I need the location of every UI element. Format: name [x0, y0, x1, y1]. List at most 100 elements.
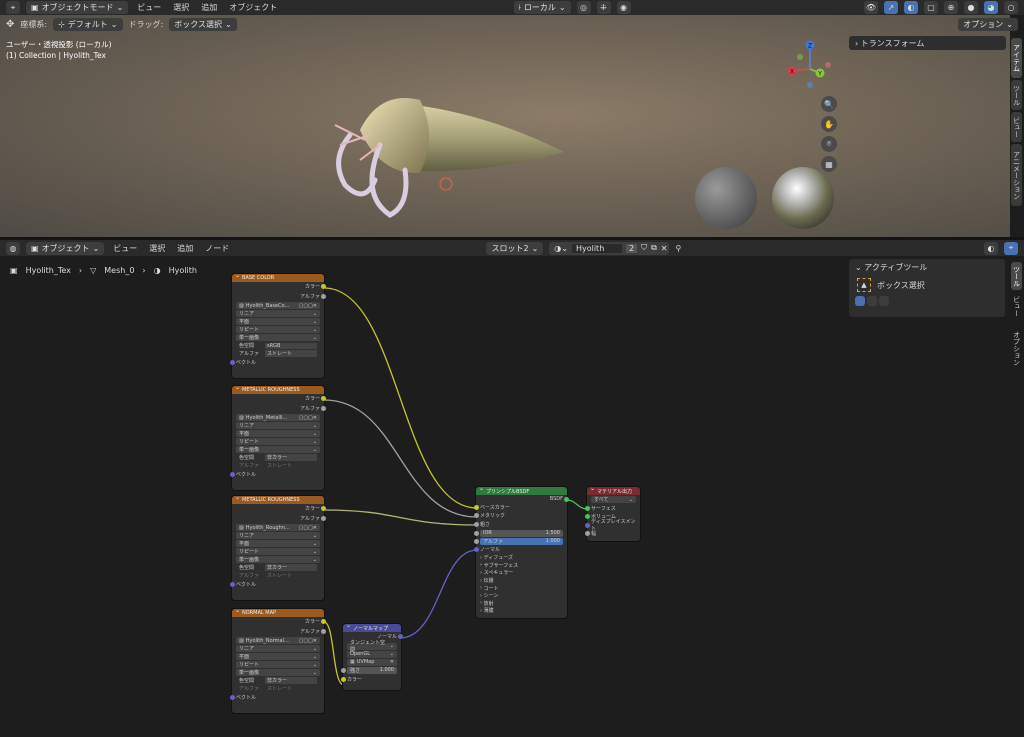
alpha-mode-row: アルファ ストレート	[236, 462, 320, 469]
field-label: 色空間	[239, 455, 255, 461]
field-value: 非カラー	[265, 677, 317, 684]
source-select[interactable]: 単一画像 ⌄	[236, 669, 320, 676]
image-texture-node-metallic[interactable]: METALLIC ROUGHNESS カラー アルファ ▨Hyolith_Met…	[230, 384, 326, 490]
field-label: 色空間	[239, 565, 255, 571]
input-socket[interactable]	[474, 521, 479, 527]
normal-map-node[interactable]: ノーマルマップ ノーマル タンジェント空間⌄ OpenGL⌄ ▦UVMap✕ 強…	[341, 622, 403, 690]
socket-label: BSDF	[549, 496, 563, 502]
source-select[interactable]: 単一画像 ⌄	[236, 334, 320, 341]
drag-label: ドラッグ:	[128, 19, 164, 29]
image-selector[interactable]: ▨ Hyolith_BaseCo... ▢▢▢✕	[236, 302, 320, 309]
coord-select[interactable]: ⊹ デフォルト ⌄	[53, 17, 123, 31]
socket-row-alpha: アルファ	[232, 627, 326, 637]
section-specular[interactable]: › スペキュラー	[476, 569, 567, 577]
alpha-field[interactable]: アルファ 1.000	[474, 537, 563, 545]
interpolation-select[interactable]: リニア ⌄	[236, 532, 320, 539]
image-selector[interactable]: ▨ Hyolith_Normal... ▢▢▢✕	[236, 637, 320, 644]
alpha-mode-row: アルファ ストレート	[236, 685, 320, 692]
section-sheen[interactable]: › シーン	[476, 592, 567, 600]
interpolation-select[interactable]: リニア ⌄	[236, 645, 320, 652]
section-transmission[interactable]: › 伝播	[476, 577, 567, 585]
socket-row-thickness: 幅	[585, 530, 640, 539]
output-socket[interactable]	[564, 496, 569, 502]
field-value: ストレート	[267, 573, 293, 579]
ior-field[interactable]: IOR 1.500	[474, 529, 563, 537]
alpha-mode-row[interactable]: アルファ ストレート	[236, 350, 320, 357]
colorspace-row[interactable]: 色空間 非カラー	[236, 454, 320, 461]
field-value: リニア	[239, 646, 255, 652]
socket-label: カラー	[304, 506, 320, 513]
input-socket[interactable]	[341, 667, 346, 673]
input-socket[interactable]	[230, 582, 235, 588]
socket-label: ベクトル	[236, 360, 257, 367]
section-diffuse[interactable]: › ディフューズ	[476, 554, 567, 562]
input-socket[interactable]	[474, 504, 479, 510]
options-button[interactable]: オプション ⌄	[958, 17, 1018, 31]
input-socket[interactable]	[585, 505, 590, 511]
source-select[interactable]: 単一画像 ⌄	[236, 556, 320, 563]
field-value: ストレート	[265, 350, 317, 357]
target-select[interactable]: すべて ⌄	[591, 496, 636, 503]
socket-label: ノーマル	[480, 547, 501, 554]
image-selector[interactable]: ▨ Hyolith_Metalli... ▢▢▢✕	[236, 414, 320, 421]
projection-select[interactable]: 平面 ⌄	[236, 430, 320, 437]
image-texture-node-base-color[interactable]: BASE COLOR カラー アルファ ▨Hyolith_BaseCo...▢▢…	[230, 272, 326, 378]
field-value: 平面	[239, 654, 250, 660]
input-socket[interactable]	[341, 676, 346, 682]
move-icon[interactable]: ✥	[6, 19, 14, 30]
image-texture-node-normal[interactable]: NORMAL MAP カラー アルファ ▨Hyolith_Normal...▢▢…	[230, 607, 326, 713]
uv-map-field[interactable]: ▦ UVMap ✕	[347, 658, 397, 666]
input-socket[interactable]	[585, 514, 590, 520]
interpolation-select[interactable]: リニア ⌄	[236, 422, 320, 429]
section-emission[interactable]: › 放射	[476, 600, 567, 608]
section-coat[interactable]: › コート	[476, 584, 567, 592]
socket-label: カラー	[304, 619, 320, 626]
section-subsurface[interactable]: › サブサーフェス	[476, 562, 567, 570]
output-socket[interactable]	[321, 293, 326, 299]
socket-row-alpha: アルファ	[232, 404, 326, 414]
extension-select[interactable]: リピート ⌄	[236, 661, 320, 668]
strength-field[interactable]: 強さ 1.000	[341, 666, 397, 674]
projection-select[interactable]: 平面 ⌄	[236, 540, 320, 547]
input-socket[interactable]	[474, 513, 479, 519]
image-name: Hyolith_Roughn...	[245, 524, 290, 531]
colorspace-row[interactable]: 色空間 sRGB	[236, 342, 320, 349]
source-select[interactable]: 単一画像 ⌄	[236, 446, 320, 453]
projection-select[interactable]: 平面 ⌄	[236, 318, 320, 325]
input-socket[interactable]	[474, 547, 479, 553]
extension-select[interactable]: リピート ⌄	[236, 548, 320, 555]
colorspace-row[interactable]: 色空間 非カラー	[236, 564, 320, 571]
section-thin-film[interactable]: › 薄膜	[476, 607, 567, 615]
extension-select[interactable]: リピート ⌄	[236, 326, 320, 333]
socket-label: ベクトル	[236, 582, 257, 589]
input-socket[interactable]	[585, 531, 590, 537]
material-output-node[interactable]: マテリアル出力 すべて⌄ サーフェス ボリューム ディスプレイスメント 幅	[585, 485, 640, 541]
output-socket[interactable]	[321, 515, 326, 521]
image-name: Hyolith_Metalli...	[245, 414, 288, 421]
input-socket[interactable]	[230, 695, 235, 701]
colorspace-row[interactable]: 色空間 非カラー	[236, 677, 320, 684]
extension-select[interactable]: リピート ⌄	[236, 438, 320, 445]
space-select[interactable]: タンジェント空間 ⌄	[347, 640, 397, 653]
socket-row-vector: ベクトル	[230, 358, 324, 368]
projection-select[interactable]: 平面 ⌄	[236, 653, 320, 660]
node-title: BASE COLOR	[232, 272, 324, 282]
input-socket[interactable]	[230, 472, 235, 478]
drag-select[interactable]: ボックス選択 ⌄	[169, 17, 237, 31]
node-title: NORMAL MAP	[232, 607, 324, 617]
interpolation-select[interactable]: リニア ⌄	[236, 310, 320, 317]
image-selector[interactable]: ▨ Hyolith_Roughn... ▢▢▢✕	[236, 524, 320, 531]
image-texture-node-roughness[interactable]: METALLIC ROUGHNESS カラー アルファ ▨Hyolith_Rou…	[230, 494, 326, 600]
field-value: 非カラー	[265, 564, 317, 571]
field-label: アルファ	[483, 538, 503, 545]
principled-bsdf-node[interactable]: プリンシプルBSDF BSDF ベースカラー メタリック 粗さ IOR 1.500…	[474, 485, 569, 618]
input-socket[interactable]	[230, 360, 235, 366]
output-socket[interactable]	[321, 628, 326, 634]
field-value: リニア	[239, 311, 255, 317]
input-socket[interactable]	[474, 530, 479, 536]
input-socket[interactable]	[585, 522, 590, 528]
field-value: リピート	[239, 327, 260, 333]
output-socket[interactable]	[321, 405, 326, 411]
socket-label: サーフェス	[591, 505, 616, 512]
input-socket[interactable]	[474, 538, 479, 544]
